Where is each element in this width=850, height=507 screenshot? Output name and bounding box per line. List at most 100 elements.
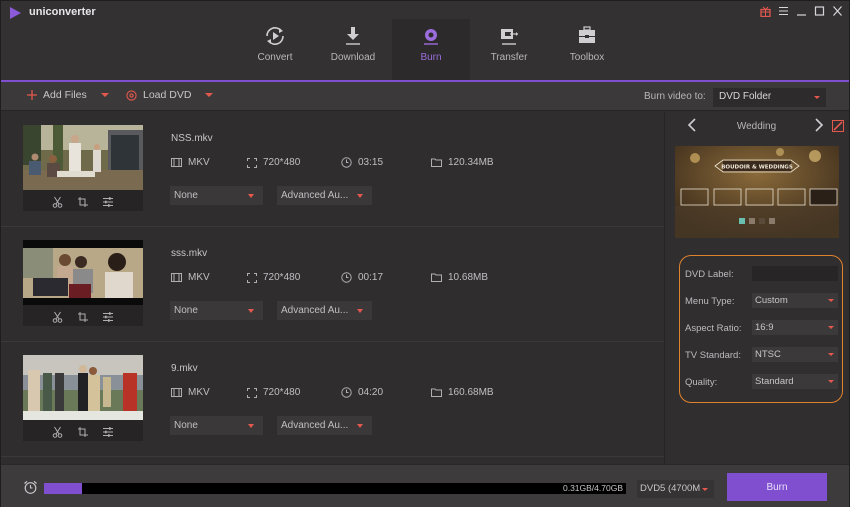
chevron-down-icon [828, 299, 834, 302]
duration-value: 04:20 [358, 387, 384, 398]
file-format: MKV [171, 387, 210, 398]
dvd-label-row: DVD Label: [685, 266, 838, 282]
size-value: 10.68MB [448, 272, 489, 283]
dvd-label-input[interactable] [752, 266, 838, 281]
tab-toolbox[interactable]: Toolbox [548, 19, 626, 80]
tv-standard-select[interactable]: NTSC [752, 347, 838, 362]
disc-type-value: DVD5 (4700M [640, 483, 701, 494]
tab-transfer[interactable]: Transfer [470, 19, 548, 80]
tab-download[interactable]: Download [314, 19, 392, 80]
video-thumbnail[interactable] [23, 125, 143, 190]
gift-icon[interactable] [759, 4, 771, 18]
plus-icon [27, 90, 37, 100]
chevron-down-icon [248, 424, 254, 428]
subtitle-value: None [174, 305, 198, 316]
load-dvd-button[interactable]: Load DVD [126, 89, 214, 101]
effects-sliders-icon[interactable] [102, 196, 114, 208]
file-duration: 03:15 [341, 157, 383, 168]
burn-target-select[interactable]: DVD Folder [713, 88, 826, 107]
clock-icon [341, 387, 352, 398]
video-thumbnail-card [23, 355, 143, 441]
resolution-value: 720*480 [263, 387, 301, 398]
disc-type-select[interactable]: DVD5 (4700M [637, 480, 714, 498]
trim-scissors-icon[interactable] [52, 311, 63, 323]
crop-icon[interactable] [77, 196, 88, 208]
file-duration: 04:20 [341, 387, 383, 398]
aspect-ratio-label: Aspect Ratio: [685, 323, 742, 334]
menu-template-preview[interactable]: BOUDOIR & WEDDINGS [675, 146, 839, 238]
crop-icon[interactable] [77, 311, 88, 323]
format-value: MKV [188, 157, 210, 168]
maximize-icon[interactable] [813, 4, 825, 18]
audio-track-select[interactable]: Advanced Au... [277, 416, 372, 435]
app-logo-icon [10, 7, 21, 19]
crop-icon[interactable] [77, 426, 88, 438]
format-value: MKV [188, 272, 210, 283]
film-icon [171, 388, 182, 397]
chevron-down-icon [828, 353, 834, 356]
load-dvd-dropdown-caret[interactable] [205, 93, 214, 97]
file-name[interactable]: NSS.mkv [171, 133, 213, 144]
subtitle-select[interactable]: None [170, 416, 263, 435]
file-name[interactable]: sss.mkv [171, 248, 207, 259]
add-files-label: Add Files [43, 89, 87, 101]
chevron-down-icon [357, 194, 363, 198]
audio-track-value: Advanced Au... [281, 305, 349, 316]
video-thumbnail[interactable] [23, 355, 143, 420]
minimize-icon[interactable] [795, 4, 807, 18]
folder-icon [431, 158, 442, 167]
chevron-down-icon [357, 309, 363, 313]
quality-value: Standard [755, 376, 794, 387]
film-icon [171, 273, 182, 282]
add-files-button[interactable]: Add Files [27, 89, 109, 101]
chevron-down-icon [248, 194, 254, 198]
tab-burn[interactable]: Burn [392, 19, 470, 82]
menu-type-select[interactable]: Custom [752, 293, 838, 308]
resolution-icon [247, 272, 257, 283]
clock-icon [341, 272, 352, 283]
subtitle-select[interactable]: None [170, 186, 263, 205]
disc-capacity-text: 0.31GB/4.70GB [562, 483, 623, 493]
audio-track-select[interactable]: Advanced Au... [277, 301, 372, 320]
disc-capacity-fill [44, 483, 83, 494]
burn-button[interactable]: Burn [727, 473, 827, 501]
add-files-dropdown-caret[interactable] [100, 93, 109, 97]
aspect-ratio-select[interactable]: 16:9 [752, 320, 838, 335]
schedule-alarm-icon[interactable] [23, 480, 38, 498]
audio-track-value: Advanced Au... [281, 420, 349, 431]
title-bar: uniconverter Convert Download Burn Trans… [1, 1, 849, 82]
menu-type-value: Custom [755, 295, 788, 306]
trim-scissors-icon[interactable] [52, 426, 63, 438]
file-format: MKV [171, 157, 210, 168]
file-size: 120.34MB [431, 157, 494, 168]
quality-select[interactable]: Standard [752, 374, 838, 389]
dvd-icon [126, 89, 137, 101]
chevron-down-icon [357, 424, 363, 428]
clock-icon [341, 157, 352, 168]
burn-to-label: Burn video to: [644, 91, 706, 102]
tab-convert[interactable]: Convert [236, 19, 314, 80]
edit-template-icon[interactable] [832, 120, 844, 135]
app-window: uniconverter Convert Download Burn Trans… [0, 0, 850, 507]
burn-target-value: DVD Folder [719, 91, 772, 102]
dvd-label-label: DVD Label: [685, 269, 734, 280]
file-resolution: 720*480 [247, 387, 300, 398]
subtitle-select[interactable]: None [170, 301, 263, 320]
file-name[interactable]: 9.mkv [171, 363, 198, 374]
audio-track-select[interactable]: Advanced Au... [277, 186, 372, 205]
effects-sliders-icon[interactable] [102, 426, 114, 438]
video-thumbnail[interactable] [23, 240, 143, 305]
trim-scissors-icon[interactable] [52, 196, 63, 208]
tab-burn-label: Burn [420, 52, 442, 63]
bottom-bar: 0.31GB/4.70GB DVD5 (4700M Burn [1, 464, 849, 507]
chevron-down-icon [828, 380, 834, 383]
chevron-right-icon[interactable] [814, 118, 824, 136]
quality-row: Quality: Standard [685, 374, 838, 390]
download-icon [346, 27, 360, 45]
toolbox-icon [579, 26, 595, 43]
effects-sliders-icon[interactable] [102, 311, 114, 323]
close-icon[interactable] [831, 4, 843, 18]
folder-icon [431, 273, 442, 282]
duration-value: 03:15 [358, 157, 384, 168]
menu-icon[interactable] [777, 4, 789, 18]
